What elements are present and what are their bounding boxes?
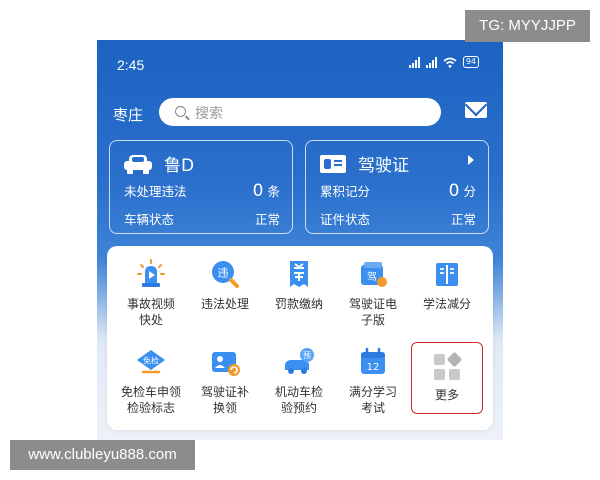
status-bar: 2:45 94 (97, 40, 503, 86)
service-label: 驾驶证电 子版 (348, 297, 397, 327)
service-label: 违法处理 (200, 297, 249, 311)
violation-row: 未处理违法 0条 (124, 181, 280, 201)
phone-screen: 2:45 94 枣庄 搜索 鲁D 未处理违法 0条 车辆状态 正常 驾驶证 累积… (97, 40, 503, 440)
top-bar: 枣庄 搜索 (97, 98, 503, 128)
url-watermark: www.clubleyu888.com (10, 440, 195, 470)
e-license-glyph: 驾 (367, 271, 377, 283)
booking-glyph: 预 (303, 350, 311, 360)
service-label: 罚款缴纳 (274, 297, 323, 311)
service-label: 更多 (434, 388, 459, 402)
battery-icon: 94 (462, 56, 479, 68)
service-violation[interactable]: 违 违法处理 (187, 246, 263, 330)
id-card-icon (320, 154, 346, 173)
license-card[interactable]: 驾驶证 累积记分 0分 证件状态 正常 (305, 140, 489, 234)
wifi-icon (443, 57, 457, 68)
license-renew-icon (212, 352, 240, 376)
exempt-glyph: 免检 (143, 356, 159, 366)
services-panel: 事故视频 快处 违 违法处理 罚款缴纳 驾 驾驶证电 子版 学法减分 免检 免检… (107, 246, 493, 430)
service-label: 学法减分 (422, 297, 471, 311)
violation-glyph: 违 (218, 267, 229, 280)
vehicle-status-row: 车辆状态 正常 (124, 209, 280, 228)
points-label: 累积记分 (320, 184, 371, 199)
violation-count: 0 (252, 181, 264, 201)
status-time: 2:45 (117, 57, 145, 73)
violation-icon: 违 (212, 261, 239, 288)
service-accident-video[interactable]: 事故视频 快处 (113, 246, 189, 330)
mail-icon[interactable] (465, 102, 487, 118)
service-label: 免检车申领 检验标志 (120, 385, 181, 415)
chevron-right-icon (468, 155, 474, 165)
vehicle-status-label: 车辆状态 (124, 212, 175, 227)
study-book-icon (436, 263, 458, 286)
service-label: 事故视频 快处 (126, 297, 175, 327)
inspection-booking-icon: 预 (285, 348, 314, 374)
violation-label: 未处理违法 (124, 184, 187, 199)
service-e-license[interactable]: 驾 驾驶证电 子版 (335, 246, 411, 330)
calendar-exam-icon: 12 (361, 347, 385, 374)
search-box[interactable]: 搜索 (159, 98, 441, 126)
accident-video-icon (137, 259, 165, 287)
service-full-score-exam[interactable]: 12 满分学习 考试 (335, 334, 411, 418)
signal-icon (408, 56, 420, 68)
service-more[interactable]: 更多 (411, 342, 483, 414)
license-status-value: 正常 (450, 212, 476, 227)
vehicle-plate: 鲁D (164, 156, 195, 176)
fine-payment-icon (290, 261, 308, 287)
violation-unit: 条 (267, 184, 280, 199)
more-grid-icon (434, 352, 462, 380)
license-title: 驾驶证 (358, 156, 409, 176)
points-row: 累积记分 0分 (320, 181, 476, 201)
vehicle-card[interactable]: 鲁D 未处理违法 0条 车辆状态 正常 (109, 140, 293, 234)
calendar-glyph: 12 (367, 362, 380, 373)
service-label: 机动车检 验预约 (274, 385, 323, 415)
service-exempt-inspection[interactable]: 免检 免检车申领 检验标志 (113, 334, 189, 418)
service-label: 满分学习 考试 (348, 385, 397, 415)
points-unit: 分 (463, 184, 476, 199)
search-icon (175, 106, 186, 117)
license-status-label: 证件状态 (320, 212, 371, 227)
e-license-icon: 驾 (361, 262, 387, 287)
vehicle-status-value: 正常 (254, 212, 280, 227)
exempt-inspection-icon: 免检 (137, 350, 165, 374)
car-icon (124, 154, 152, 174)
tg-watermark: TG: MYYJJPP (465, 10, 590, 42)
signal-icon-2 (425, 56, 437, 68)
service-fine-payment[interactable]: 罚款缴纳 (261, 246, 337, 330)
license-status-row: 证件状态 正常 (320, 209, 476, 228)
service-label: 驾驶证补 换领 (200, 385, 249, 415)
service-study-points[interactable]: 学法减分 (409, 246, 485, 330)
service-inspection-booking[interactable]: 预 机动车检 验预约 (261, 334, 337, 418)
city-selector[interactable]: 枣庄 (113, 104, 143, 125)
search-placeholder: 搜索 (195, 106, 223, 122)
points-value: 0 (448, 181, 460, 201)
status-icons: 94 (408, 56, 479, 68)
service-license-renew[interactable]: 驾驶证补 换领 (187, 334, 263, 418)
